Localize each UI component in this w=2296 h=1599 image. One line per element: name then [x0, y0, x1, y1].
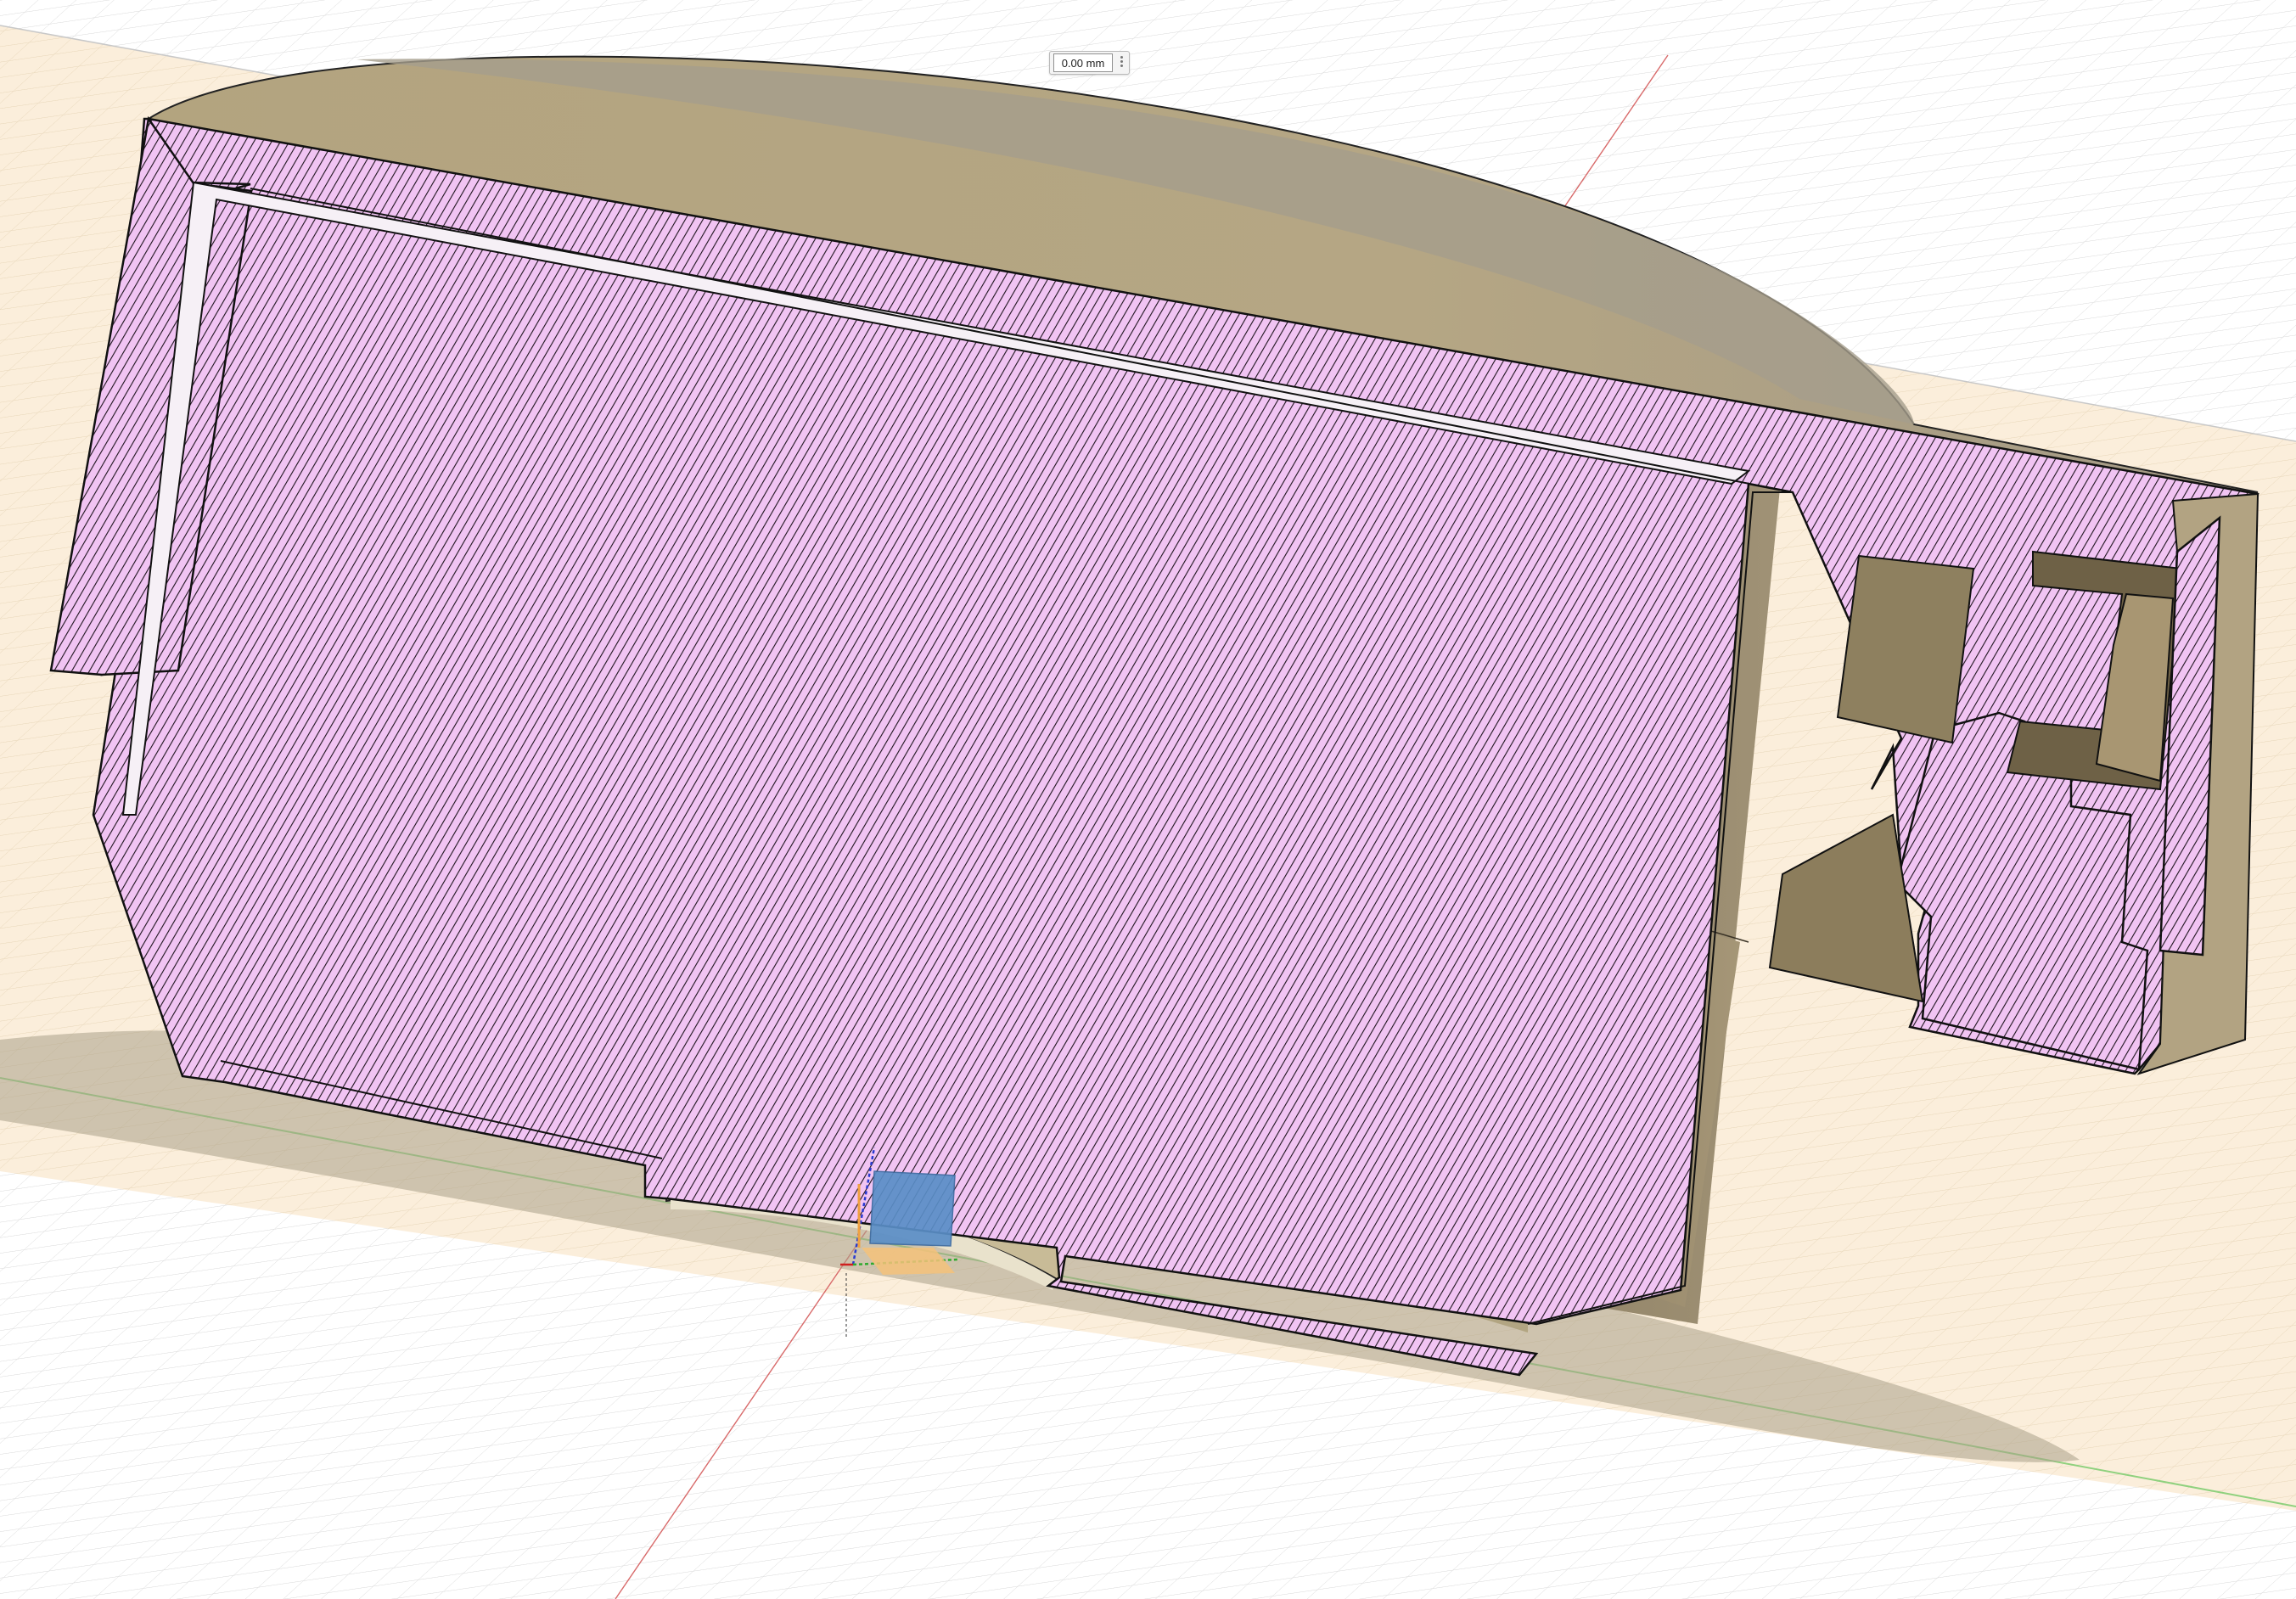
more-vertical-icon[interactable] — [1117, 54, 1126, 71]
dimension-input-box — [1049, 51, 1130, 75]
move-manipulator-icon — [857, 1170, 956, 1275]
dimension-value-input[interactable] — [1053, 53, 1113, 72]
design-viewport[interactable] — [0, 0, 2296, 1599]
right-pocket-1 — [1836, 554, 1975, 744]
